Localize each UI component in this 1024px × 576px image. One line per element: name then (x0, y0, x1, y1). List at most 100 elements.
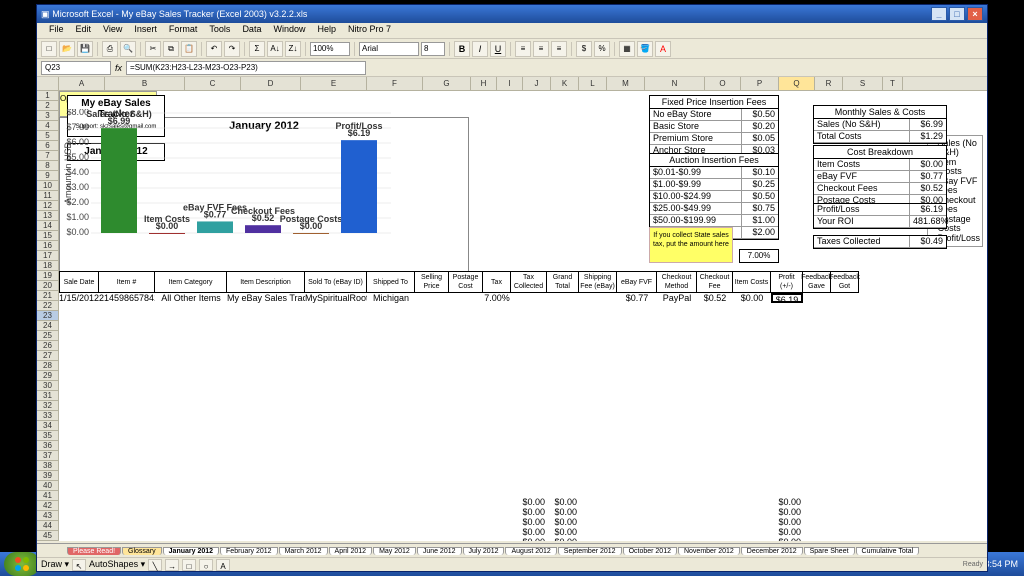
svg-text:Sales (No S&H): Sales (No S&H) (86, 109, 152, 119)
window-title: Microsoft Excel - My eBay Sales Tracker … (52, 9, 307, 19)
align-left-icon[interactable]: ≡ (515, 41, 531, 57)
menu-nitropro7[interactable]: Nitro Pro 7 (342, 23, 397, 38)
draw-menu[interactable]: Draw ▾ (41, 559, 69, 570)
sheet-tab[interactable]: Glossary (122, 547, 162, 555)
svg-text:$0.00: $0.00 (66, 227, 89, 237)
sheet-tab[interactable]: May 2012 (373, 547, 416, 555)
data-table-header: Sale DateItem #Item CategoryItem Descrip… (59, 271, 987, 293)
sheet-tab[interactable]: December 2012 (741, 547, 803, 555)
sheet-tab[interactable]: Spare Sheet (804, 547, 855, 555)
sheet-tab[interactable]: April 2012 (329, 547, 373, 555)
font-color-icon[interactable]: A (655, 41, 671, 57)
clock: 8:54 PM (984, 559, 1018, 569)
sheet-tab[interactable]: February 2012 (220, 547, 278, 555)
svg-text:Amount in USD: Amount in USD (63, 141, 73, 204)
menu-insert[interactable]: Insert (128, 23, 163, 38)
titlebar: ▣ Microsoft Excel - My eBay Sales Tracke… (37, 5, 987, 23)
svg-text:Postage Costs: Postage Costs (280, 214, 343, 224)
tax-note: If you collect State sales tax, put the … (649, 227, 733, 263)
sheet-tab[interactable]: July 2012 (463, 547, 505, 555)
sheet-tab[interactable]: Please Read! (67, 547, 121, 555)
monthly-table: Monthly Sales & CostsSales (No S&H)$6.99… (813, 105, 947, 144)
italic-icon[interactable]: I (472, 41, 488, 57)
fixed-fees-table: Fixed Price Insertion FeesNo eBay Store$… (649, 95, 779, 158)
excel-window: ▣ Microsoft Excel - My eBay Sales Tracke… (36, 4, 988, 572)
open-icon[interactable]: 📂 (59, 41, 75, 57)
sheet-tab[interactable]: August 2012 (505, 547, 556, 555)
font-box[interactable] (359, 42, 419, 56)
menu-view[interactable]: View (97, 23, 128, 38)
app-icon: ▣ (41, 9, 50, 20)
status-text: Ready (963, 561, 983, 568)
menu-window[interactable]: Window (267, 23, 311, 38)
maximize-button[interactable]: □ (949, 7, 965, 21)
menu-tools[interactable]: Tools (203, 23, 236, 38)
preview-icon[interactable]: 🔍 (120, 41, 136, 57)
column-headers: ABCDEFGHIJKLMNOPQRST (37, 77, 987, 91)
save-icon[interactable]: 💾 (77, 41, 93, 57)
oval-icon[interactable]: ○ (199, 559, 213, 571)
zoom-box[interactable] (310, 42, 350, 56)
undo-icon[interactable]: ↶ (206, 41, 222, 57)
autoshapes-menu[interactable]: AutoShapes ▾ (89, 559, 145, 570)
breakdown-table: Cost BreakdownItem Costs$0.00eBay FVF$0.… (813, 145, 947, 208)
taxes-table: Taxes Collected$0.49 (813, 235, 947, 249)
fontsize-box[interactable] (421, 42, 445, 56)
sheet-tab[interactable]: March 2012 (279, 547, 328, 555)
menu-data[interactable]: Data (236, 23, 267, 38)
arrow-icon[interactable]: → (165, 559, 179, 571)
textbox-icon[interactable]: A (216, 559, 230, 571)
sheet-tab[interactable]: October 2012 (623, 547, 677, 555)
drawing-toolbar: Draw ▾ ↖ AutoShapes ▾ ╲ → □ ○ A Ready (37, 557, 987, 571)
tax-percent-box: 7.00% (739, 249, 779, 263)
sheet-tab[interactable]: January 2012 (163, 547, 219, 555)
cut-icon[interactable]: ✂ (145, 41, 161, 57)
menu-help[interactable]: Help (311, 23, 342, 38)
svg-text:Item Costs: Item Costs (144, 214, 190, 224)
formula-bar[interactable] (126, 61, 366, 75)
worksheet[interactable]: ABCDEFGHIJKLMNOPQRST 1234567891011121314… (37, 77, 987, 541)
chart: January 2012 $0.00$1.00$2.00$3.00$4.00$5… (59, 117, 469, 285)
svg-text:$7.00: $7.00 (66, 122, 89, 132)
align-right-icon[interactable]: ≡ (551, 41, 567, 57)
profit-table: Profit/Loss$6.19Your ROI481.68% (813, 203, 947, 229)
underline-icon[interactable]: U (490, 41, 506, 57)
sheet-tab[interactable]: November 2012 (678, 547, 740, 555)
row-headers: 1234567891011121314151617181920212223242… (37, 91, 59, 541)
sheet-tabs: Please Read!GlossaryJanuary 2012February… (37, 543, 987, 557)
copy-icon[interactable]: ⧉ (163, 41, 179, 57)
currency-icon[interactable]: $ (576, 41, 592, 57)
menu-format[interactable]: Format (163, 23, 204, 38)
sheet-tab[interactable]: September 2012 (558, 547, 622, 555)
standard-toolbar: □ 📂 💾 ⎙ 🔍 ✂ ⧉ 📋 ↶ ↷ Σ A↓ Z↓ B I U ≡ ≡ ≡ … (37, 39, 987, 59)
select-icon[interactable]: ↖ (72, 559, 86, 571)
rect-icon[interactable]: □ (182, 559, 196, 571)
sort-asc-icon[interactable]: A↓ (267, 41, 283, 57)
sheet-tab[interactable]: Cumulative Total (856, 547, 920, 555)
percent-icon[interactable]: % (594, 41, 610, 57)
sum-icon[interactable]: Σ (249, 41, 265, 57)
formula-bar-row: fx (37, 59, 987, 77)
close-button[interactable]: × (967, 7, 983, 21)
menu-file[interactable]: File (43, 23, 70, 38)
print-icon[interactable]: ⎙ (102, 41, 118, 57)
fill-color-icon[interactable]: 🪣 (637, 41, 653, 57)
menubar: FileEditViewInsertFormatToolsDataWindowH… (37, 23, 987, 39)
line-icon[interactable]: ╲ (148, 559, 162, 571)
cells-area[interactable]: My eBay Sales Tracker Support: skzsales@… (59, 91, 987, 541)
new-icon[interactable]: □ (41, 41, 57, 57)
fx-icon[interactable]: fx (115, 63, 122, 73)
sort-desc-icon[interactable]: Z↓ (285, 41, 301, 57)
bold-icon[interactable]: B (454, 41, 470, 57)
name-box[interactable] (41, 61, 111, 75)
sheet-tab[interactable]: June 2012 (417, 547, 462, 555)
svg-text:Profit/Loss: Profit/Loss (335, 121, 382, 131)
start-button[interactable] (4, 552, 40, 576)
redo-icon[interactable]: ↷ (224, 41, 240, 57)
menu-edit[interactable]: Edit (70, 23, 98, 38)
svg-text:$1.00: $1.00 (66, 212, 89, 222)
align-center-icon[interactable]: ≡ (533, 41, 549, 57)
paste-icon[interactable]: 📋 (181, 41, 197, 57)
minimize-button[interactable]: _ (931, 7, 947, 21)
borders-icon[interactable]: ▦ (619, 41, 635, 57)
